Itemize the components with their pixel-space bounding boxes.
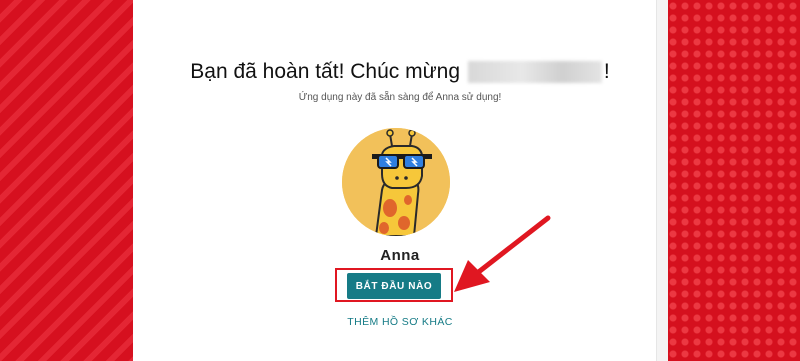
giraffe-avatar-icon — [342, 128, 450, 236]
red-arrow-icon — [454, 215, 551, 292]
add-another-profile-link[interactable]: THÊM HỒ SƠ KHÁC — [347, 316, 452, 328]
avatar — [342, 128, 450, 236]
page-subtitle: Ứng dụng này đã sẵn sàng để Anna sử dụng… — [298, 92, 502, 103]
scrollbar[interactable] — [656, 0, 668, 361]
background-dot-pattern-right — [667, 0, 800, 361]
profile-complete-card: Bạn đã hoàn tất! Chúc mừng ! Ứng dụng nà… — [133, 0, 668, 361]
blurred-name — [467, 61, 602, 84]
add-profile-link-wrapper: THÊM HỒ SƠ KHÁC — [133, 316, 667, 328]
profile-name: Anna — [380, 247, 420, 264]
background-wave-pattern-left — [0, 0, 133, 361]
title-exclaim: ! — [603, 60, 610, 83]
title-text: Bạn đã hoàn tất! Chúc mừng — [190, 60, 461, 83]
page-title: Bạn đã hoàn tất! Chúc mừng ! — [133, 60, 667, 84]
start-button[interactable]: BẮT ĐẦU NÀO — [347, 273, 441, 299]
